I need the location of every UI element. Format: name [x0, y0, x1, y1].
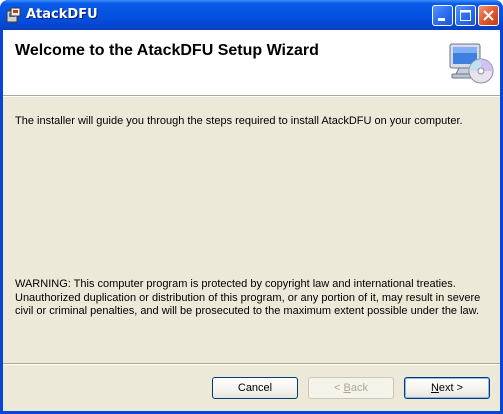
computer-cd-icon	[449, 43, 494, 84]
close-icon	[483, 10, 494, 21]
next-button[interactable]: Next >	[404, 377, 490, 399]
wizard-banner: Welcome to the AtackDFU Setup Wizard	[3, 30, 500, 96]
next-label-rest: ext >	[438, 382, 464, 394]
intro-text: The installer will guide you through the…	[15, 115, 463, 127]
maximize-icon	[460, 10, 471, 21]
close-button[interactable]	[478, 5, 499, 26]
maximize-button[interactable]	[455, 5, 476, 26]
dialog-content: Welcome to the AtackDFU Setup Wizard The…	[3, 30, 500, 411]
button-separator	[3, 363, 500, 365]
next-accelerator: N	[430, 382, 439, 394]
minimize-button[interactable]	[432, 5, 453, 26]
banner-divider	[3, 96, 500, 97]
installer-app-icon	[6, 7, 21, 23]
title-bar[interactable]: AtackDFU	[0, 0, 503, 30]
back-label-rest: ack	[350, 382, 368, 394]
installer-window: AtackDFU Welcome to the AtackDFU Setup W…	[0, 0, 503, 414]
window-title: AtackDFU	[26, 7, 98, 22]
cancel-button[interactable]: Cancel	[212, 377, 298, 399]
page-title: Welcome to the AtackDFU Setup Wizard	[15, 42, 319, 59]
back-button[interactable]: < Back	[308, 377, 394, 399]
minimize-icon	[438, 18, 445, 21]
back-prefix: <	[334, 382, 344, 394]
back-accelerator: B	[343, 382, 351, 394]
copyright-warning: WARNING: This computer program is protec…	[15, 278, 481, 317]
